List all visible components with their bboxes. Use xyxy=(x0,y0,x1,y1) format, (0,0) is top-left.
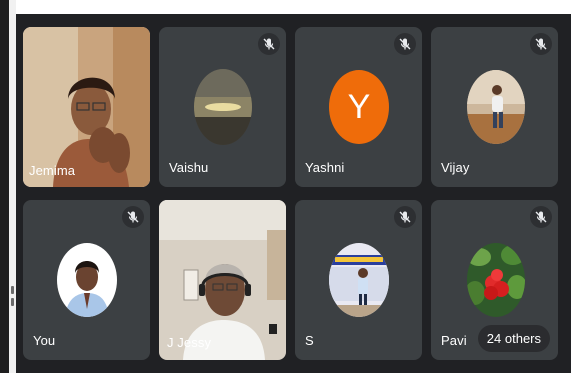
participant-avatar-s xyxy=(329,243,389,317)
others-count-badge[interactable]: 24 others xyxy=(477,325,550,352)
participant-avatar-vaishu xyxy=(194,69,252,145)
participant-avatar-vijay xyxy=(467,70,525,144)
participant-tile-pavi[interactable]: Pavi 24 others xyxy=(431,200,558,360)
participant-name: Vaishu xyxy=(169,160,209,175)
participant-name: Vijay xyxy=(441,160,470,175)
mic-off-icon xyxy=(530,206,552,228)
participant-name: Yashni xyxy=(305,160,345,175)
left-edge-strip xyxy=(0,0,16,373)
meeting-grid: Jemima Vaishu Y Yashni Vijay You J Jessy… xyxy=(16,14,571,373)
participant-name: S xyxy=(305,333,314,348)
participant-tile-s[interactable]: S xyxy=(295,200,422,360)
participant-tile-jemima[interactable]: Jemima xyxy=(23,27,150,187)
participant-name: Pavi xyxy=(441,333,467,348)
left-edge-marker xyxy=(11,286,14,294)
participant-avatar-you xyxy=(57,243,117,317)
participant-tile-yashni[interactable]: Y Yashni xyxy=(295,27,422,187)
participant-tile-jessy[interactable]: J Jessy xyxy=(159,200,286,360)
mic-off-icon xyxy=(394,33,416,55)
mic-off-icon xyxy=(258,33,280,55)
participant-tile-you[interactable]: You xyxy=(23,200,150,360)
participant-name: You xyxy=(33,333,56,348)
participant-tile-vijay[interactable]: Vijay xyxy=(431,27,558,187)
participant-avatar-yashni: Y xyxy=(329,70,389,144)
left-dark-bar xyxy=(0,0,9,373)
left-edge-marker xyxy=(11,298,14,306)
participant-tile-vaishu[interactable]: Vaishu xyxy=(159,27,286,187)
participant-name: J Jessy xyxy=(167,335,212,350)
mic-off-icon xyxy=(122,206,144,228)
participant-avatar-pavi xyxy=(467,243,525,317)
participant-name: Jemima xyxy=(29,163,76,178)
mic-off-icon xyxy=(394,206,416,228)
mic-off-icon xyxy=(530,33,552,55)
